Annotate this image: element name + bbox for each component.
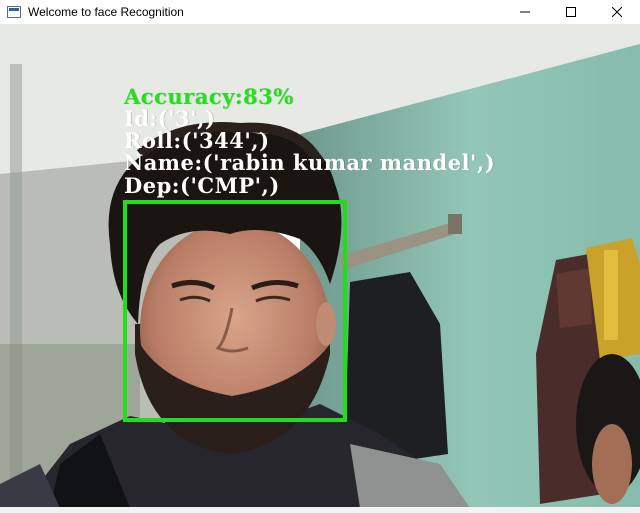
maximize-icon: [566, 7, 576, 17]
face-detection-box: [123, 200, 347, 422]
minimize-button[interactable]: [502, 0, 548, 24]
window-title: Welcome to face Recognition: [28, 5, 184, 19]
minimize-icon: [520, 11, 530, 13]
window-bottom-border: [0, 507, 640, 513]
department-label: Dep:('CMP',): [124, 173, 280, 198]
close-button[interactable]: [594, 0, 640, 24]
maximize-button[interactable]: [548, 0, 594, 24]
accuracy-label: Accuracy:83%: [124, 84, 294, 109]
roll-label: Roll:('344',): [124, 128, 270, 153]
close-icon: [612, 7, 622, 17]
app-window: Welcome to face Recognition Accuracy:83%…: [0, 0, 640, 513]
window-controls: [502, 0, 640, 24]
app-window-icon: [7, 6, 21, 18]
name-label: Name:('rabin kumar mandel',): [124, 150, 496, 175]
id-label: Id:('3',): [124, 106, 216, 131]
title-bar[interactable]: Welcome to face Recognition: [0, 0, 640, 24]
